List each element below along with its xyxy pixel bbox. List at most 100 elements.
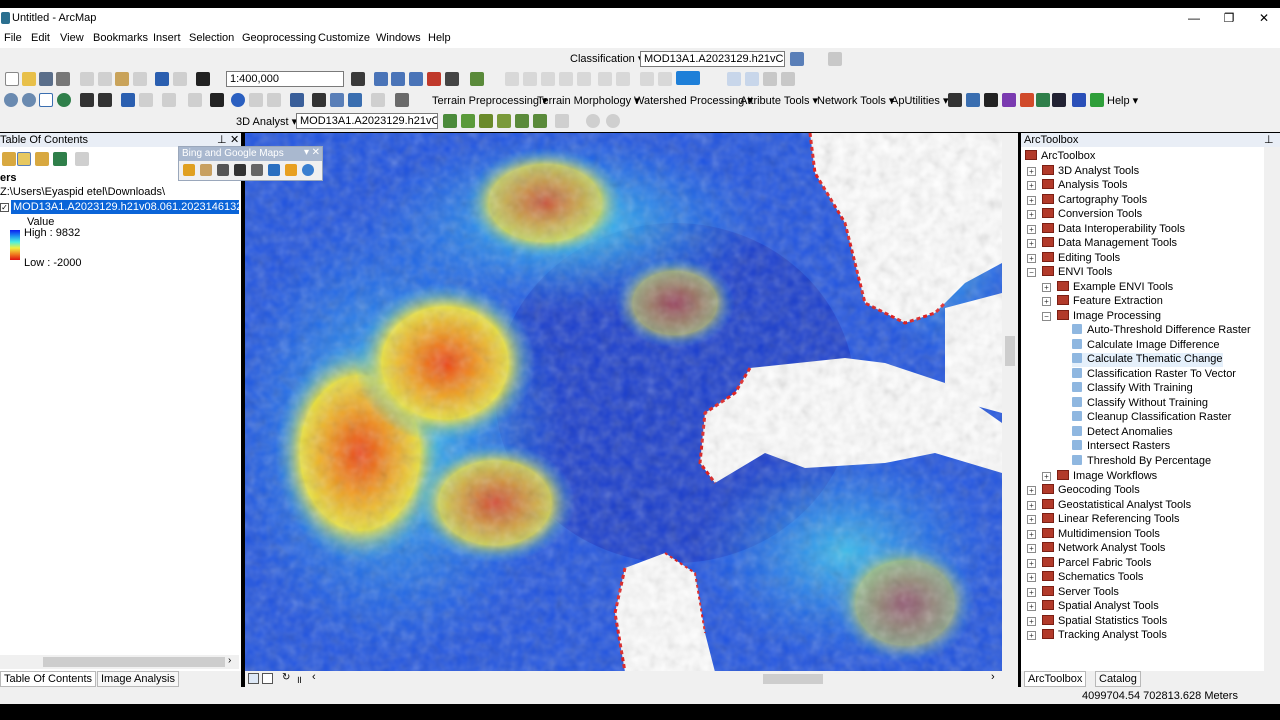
toolbox-envi[interactable]: − ENVI Tools (1027, 266, 1112, 280)
aputilities-menu[interactable]: ApUtilities ▾ (891, 94, 948, 107)
toolbox-tracking-analyst[interactable]: + Tracking Analyst Tools (1027, 629, 1167, 643)
network-tools-menu[interactable]: Network Tools ▾ (817, 94, 894, 107)
menu-insert[interactable]: Insert (153, 32, 181, 44)
steepest-path-icon[interactable] (461, 114, 475, 128)
list-by-source-icon[interactable] (17, 152, 31, 166)
expand-icon[interactable]: + (1027, 486, 1036, 495)
toolbox-multidimension[interactable]: + Multidimension Tools (1027, 528, 1160, 542)
fixed-zoom-out-icon[interactable] (98, 93, 112, 107)
fixed-zoom-in-icon[interactable] (80, 93, 94, 107)
go-to-xy-icon[interactable] (348, 93, 362, 107)
expand-icon[interactable]: + (1027, 588, 1036, 597)
expand-icon[interactable]: + (1027, 573, 1036, 582)
location-icon[interactable] (268, 164, 280, 176)
html-popup-icon[interactable] (267, 93, 281, 107)
horizontal-scrollbar-thumb[interactable] (763, 674, 823, 684)
interpolate-line-icon[interactable] (497, 114, 511, 128)
expand-icon[interactable]: + (1027, 515, 1036, 524)
menu-geoprocessing[interactable]: Geoprocessing (242, 32, 316, 44)
layout-icon[interactable] (745, 72, 759, 86)
redo-icon[interactable] (173, 72, 187, 86)
classification-dropdown[interactable]: Classification ▾ (570, 52, 643, 65)
junction-icon[interactable] (984, 93, 998, 107)
map-vertical-scrollbar[interactable] (1002, 133, 1018, 672)
layout-view-icon[interactable] (262, 673, 273, 684)
delete-icon[interactable] (133, 72, 147, 86)
expand-icon[interactable]: + (1027, 602, 1036, 611)
hyperlink-icon[interactable] (249, 93, 263, 107)
find-icon[interactable] (312, 93, 326, 107)
tab-image-analysis[interactable]: Image Analysis (97, 671, 179, 687)
tools-icon[interactable] (217, 164, 229, 176)
layer-visibility-checkbox[interactable]: ✓ (0, 203, 9, 212)
toolbox-spatial-analyst[interactable]: + Spatial Analyst Tools (1027, 600, 1159, 614)
tool-item[interactable]: Cleanup Classification Raster (1072, 411, 1231, 425)
toolbox-parcel-fabric[interactable]: + Parcel Fabric Tools (1027, 557, 1151, 571)
map-display[interactable] (245, 133, 1002, 672)
menu-view[interactable]: View (60, 32, 84, 44)
tab-table-of-contents[interactable]: Table Of Contents (0, 671, 97, 687)
interpolate-polygon-icon[interactable] (533, 114, 547, 128)
3d-analyst-dropdown[interactable]: 3D Analyst ▾ (236, 115, 297, 128)
toolbox-geocoding[interactable]: + Geocoding Tools (1027, 484, 1140, 498)
pencil-icon[interactable] (1090, 93, 1104, 107)
expand-icon[interactable]: + (1027, 225, 1036, 234)
pause-drawing-icon[interactable]: ॥ (296, 672, 302, 686)
terrain-morphology-menu[interactable]: Terrain Morphology ▾ (537, 94, 640, 107)
watershed-processing-menu[interactable]: Watershed Processing ▾ (634, 94, 753, 107)
refresh-icon[interactable]: ↻ (282, 672, 290, 683)
toolbox-conversion[interactable]: + Conversion Tools (1027, 208, 1142, 222)
boundary-icon[interactable] (251, 164, 263, 176)
menu-windows[interactable]: Windows (376, 32, 421, 44)
toolbox-server[interactable]: + Server Tools (1027, 586, 1119, 600)
expand-icon[interactable]: + (1042, 283, 1051, 292)
menu-help[interactable]: Help (428, 32, 451, 44)
scroll-left-icon[interactable]: ‹ (312, 671, 316, 683)
expand-icon[interactable]: + (1027, 239, 1036, 248)
terrain-icon[interactable] (234, 164, 246, 176)
help-menu[interactable]: Help ▾ (1107, 94, 1138, 107)
maximize-button[interactable]: ❐ (1211, 10, 1247, 28)
open-folder-icon[interactable] (22, 72, 36, 86)
toolbox-cartography[interactable]: + Cartography Tools (1027, 194, 1147, 208)
find-route-icon[interactable] (330, 93, 344, 107)
close-button[interactable]: ✕ (1246, 10, 1280, 28)
floating-toolbar-titlebar[interactable]: Bing and Google Maps ▾ ✕ (179, 147, 322, 161)
tool-item[interactable]: Classify Without Training (1072, 397, 1208, 411)
tool-item[interactable]: Detect Anomalies (1072, 426, 1173, 440)
arctoolbox-vertical-scrollbar[interactable] (1264, 147, 1280, 671)
scroll-right-icon[interactable]: › (991, 671, 995, 683)
tool-item[interactable]: Classify With Training (1072, 382, 1193, 396)
model-builder-icon[interactable] (470, 72, 484, 86)
new-document-icon[interactable] (5, 72, 19, 86)
toolbox-data-interoperability[interactable]: + Data Interoperability Tools (1027, 223, 1185, 237)
arcscene-icon[interactable] (586, 114, 600, 128)
print-icon[interactable] (56, 72, 70, 86)
help-icon[interactable] (302, 164, 314, 176)
flow-icon[interactable] (948, 93, 962, 107)
copy-icon[interactable] (98, 72, 112, 86)
tool-item[interactable]: Calculate Image Difference (1072, 339, 1219, 353)
google-icon[interactable] (200, 164, 212, 176)
add-data-icon[interactable] (196, 72, 210, 86)
swatch-icon[interactable] (676, 71, 700, 85)
python-window-icon[interactable] (445, 72, 459, 86)
tool-item[interactable]: Intersect Rasters (1072, 440, 1170, 454)
pan-icon[interactable] (39, 93, 53, 107)
toolset-feature-extraction[interactable]: + Feature Extraction (1042, 295, 1163, 309)
scroll-right-icon[interactable]: › (228, 655, 231, 666)
time-slider-icon[interactable] (371, 93, 385, 107)
toolbar-options-icon[interactable]: ▾ (304, 147, 309, 158)
identify-icon[interactable] (231, 93, 245, 107)
tool-item[interactable]: Classification Raster To Vector (1072, 368, 1236, 382)
search-window-icon[interactable] (409, 72, 423, 86)
3d-analyst-layer-select[interactable]: MOD13A1.A2023129.h21vC (296, 113, 438, 129)
collapse-icon[interactable]: − (1042, 312, 1051, 321)
forward-icon[interactable] (139, 93, 153, 107)
select-features-icon[interactable] (162, 93, 176, 107)
expand-icon[interactable]: + (1027, 501, 1036, 510)
toolbox-analysis[interactable]: + Analysis Tools (1027, 179, 1128, 193)
flag-icon[interactable] (1072, 93, 1086, 107)
map-scale-input[interactable]: 1:400,000 (226, 71, 344, 87)
editor-toolbar-icon[interactable] (351, 72, 365, 86)
